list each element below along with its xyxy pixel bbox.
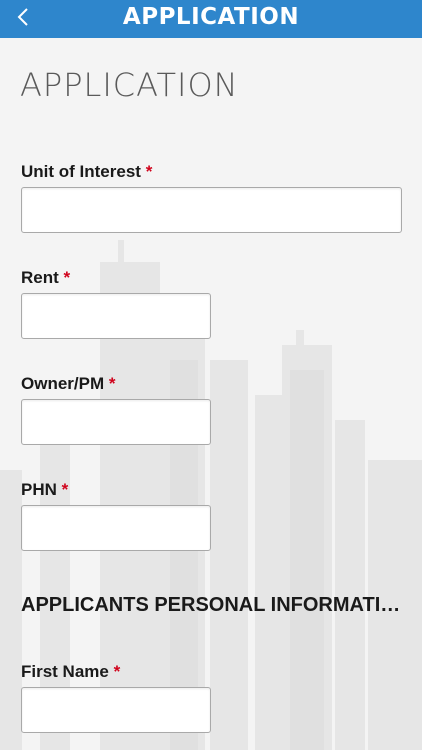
unit-of-interest-label: Unit of Interest * [21, 162, 152, 182]
required-marker: * [113, 662, 121, 681]
phn-label: PHN * [21, 480, 68, 500]
app-header: APPLICATION [0, 0, 422, 38]
owner-pm-input[interactable] [21, 399, 211, 445]
required-marker: * [145, 162, 153, 181]
first-name-label-text: First Name [21, 662, 109, 681]
phn-input[interactable] [21, 505, 211, 551]
phn-label-text: PHN [21, 480, 57, 499]
required-marker: * [61, 480, 69, 499]
unit-of-interest-label-text: Unit of Interest [21, 162, 141, 181]
header-title: APPLICATION [122, 4, 300, 30]
first-name-label: First Name * [21, 662, 120, 682]
owner-pm-label-text: Owner/PM [21, 374, 105, 393]
required-marker: * [108, 374, 116, 393]
owner-pm-label: Owner/PM * [21, 374, 115, 394]
section-heading-personal-info: APPLICANTS PERSONAL INFORMATION [21, 594, 406, 616]
rent-label-text: Rent [21, 268, 59, 287]
page-title: APPLICATION [20, 66, 239, 104]
required-marker: * [63, 268, 71, 287]
first-name-input[interactable] [21, 687, 211, 733]
unit-of-interest-input[interactable] [21, 187, 402, 233]
rent-label: Rent * [21, 268, 70, 288]
rent-input[interactable] [21, 293, 211, 339]
